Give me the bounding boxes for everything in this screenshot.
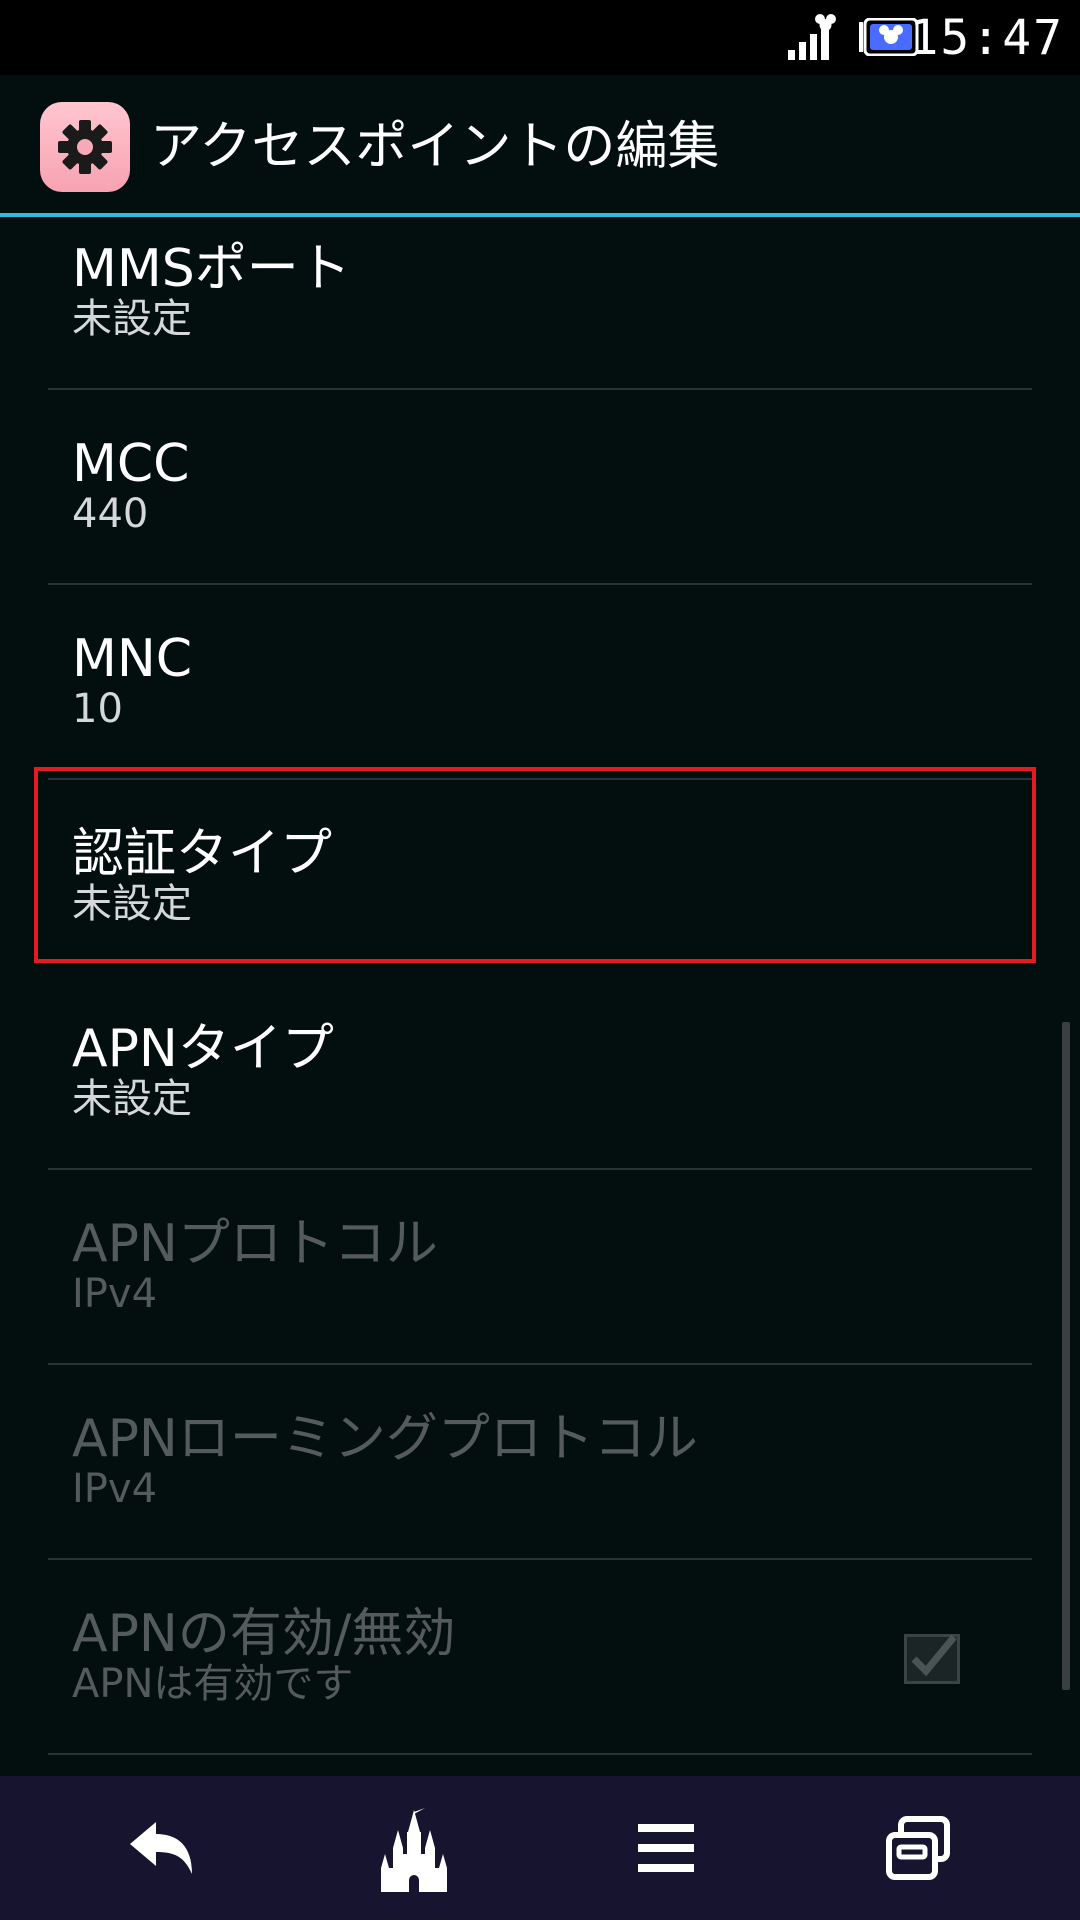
signal-icon <box>788 14 836 60</box>
list-item-mms-port[interactable]: MMSポート 未設定 <box>48 217 1032 390</box>
back-icon[interactable] <box>102 1798 222 1898</box>
navigation-bar <box>0 1776 1080 1920</box>
item-title: MCC <box>72 434 190 494</box>
settings-list[interactable]: MMSポート 未設定 MCC 440 MNC 10 認証タイプ 未設定 APNタ… <box>0 217 1080 1777</box>
menu-icon[interactable] <box>606 1798 726 1898</box>
list-item-apn-enable: APNの有効/無効 APNは有効です <box>48 1560 1032 1755</box>
list-item-mnc[interactable]: MNC 10 <box>48 585 1032 780</box>
list-item-apn-type[interactable]: APNタイプ 未設定 <box>48 975 1032 1170</box>
status-time: 15:47 <box>909 10 1064 66</box>
status-bar: 15:47 <box>0 0 1080 75</box>
list-item-apn-roaming-protocol: APNローミングプロトコル IPv4 <box>48 1365 1032 1560</box>
item-title: APNローミングプロトコル <box>72 1409 698 1469</box>
check-icon <box>911 1634 957 1677</box>
item-title: MMSポート <box>72 239 351 299</box>
scrollbar[interactable] <box>1062 1022 1070 1690</box>
item-summary: 440 <box>72 491 149 537</box>
recent-apps-icon[interactable] <box>858 1798 978 1898</box>
item-summary: IPv4 <box>72 1466 158 1512</box>
item-title: APNプロトコル <box>72 1214 438 1274</box>
item-summary: IPv4 <box>72 1271 158 1317</box>
item-summary: APNは有効です <box>72 1661 354 1707</box>
item-title: MNC <box>72 629 193 689</box>
page-title: アクセスポイントの編集 <box>150 117 720 177</box>
action-bar: アクセスポイントの編集 <box>0 75 1080 215</box>
list-item-mcc[interactable]: MCC 440 <box>48 390 1032 585</box>
highlight-box <box>34 767 1036 963</box>
settings-gear-icon[interactable] <box>40 102 130 192</box>
list-item-apn-protocol: APNプロトコル IPv4 <box>48 1170 1032 1365</box>
screen: 15:47 アクセスポイントの編集 MMSポート 未設定 MCC 440 MNC… <box>0 0 1080 1920</box>
apn-enable-checkbox <box>904 1634 960 1684</box>
item-title: APNタイプ <box>72 1019 334 1079</box>
item-summary: 未設定 <box>72 1076 192 1122</box>
item-title: APNの有効/無効 <box>72 1604 456 1664</box>
item-summary: 未設定 <box>72 296 192 342</box>
home-castle-icon[interactable] <box>354 1798 474 1898</box>
item-summary: 10 <box>72 686 123 732</box>
